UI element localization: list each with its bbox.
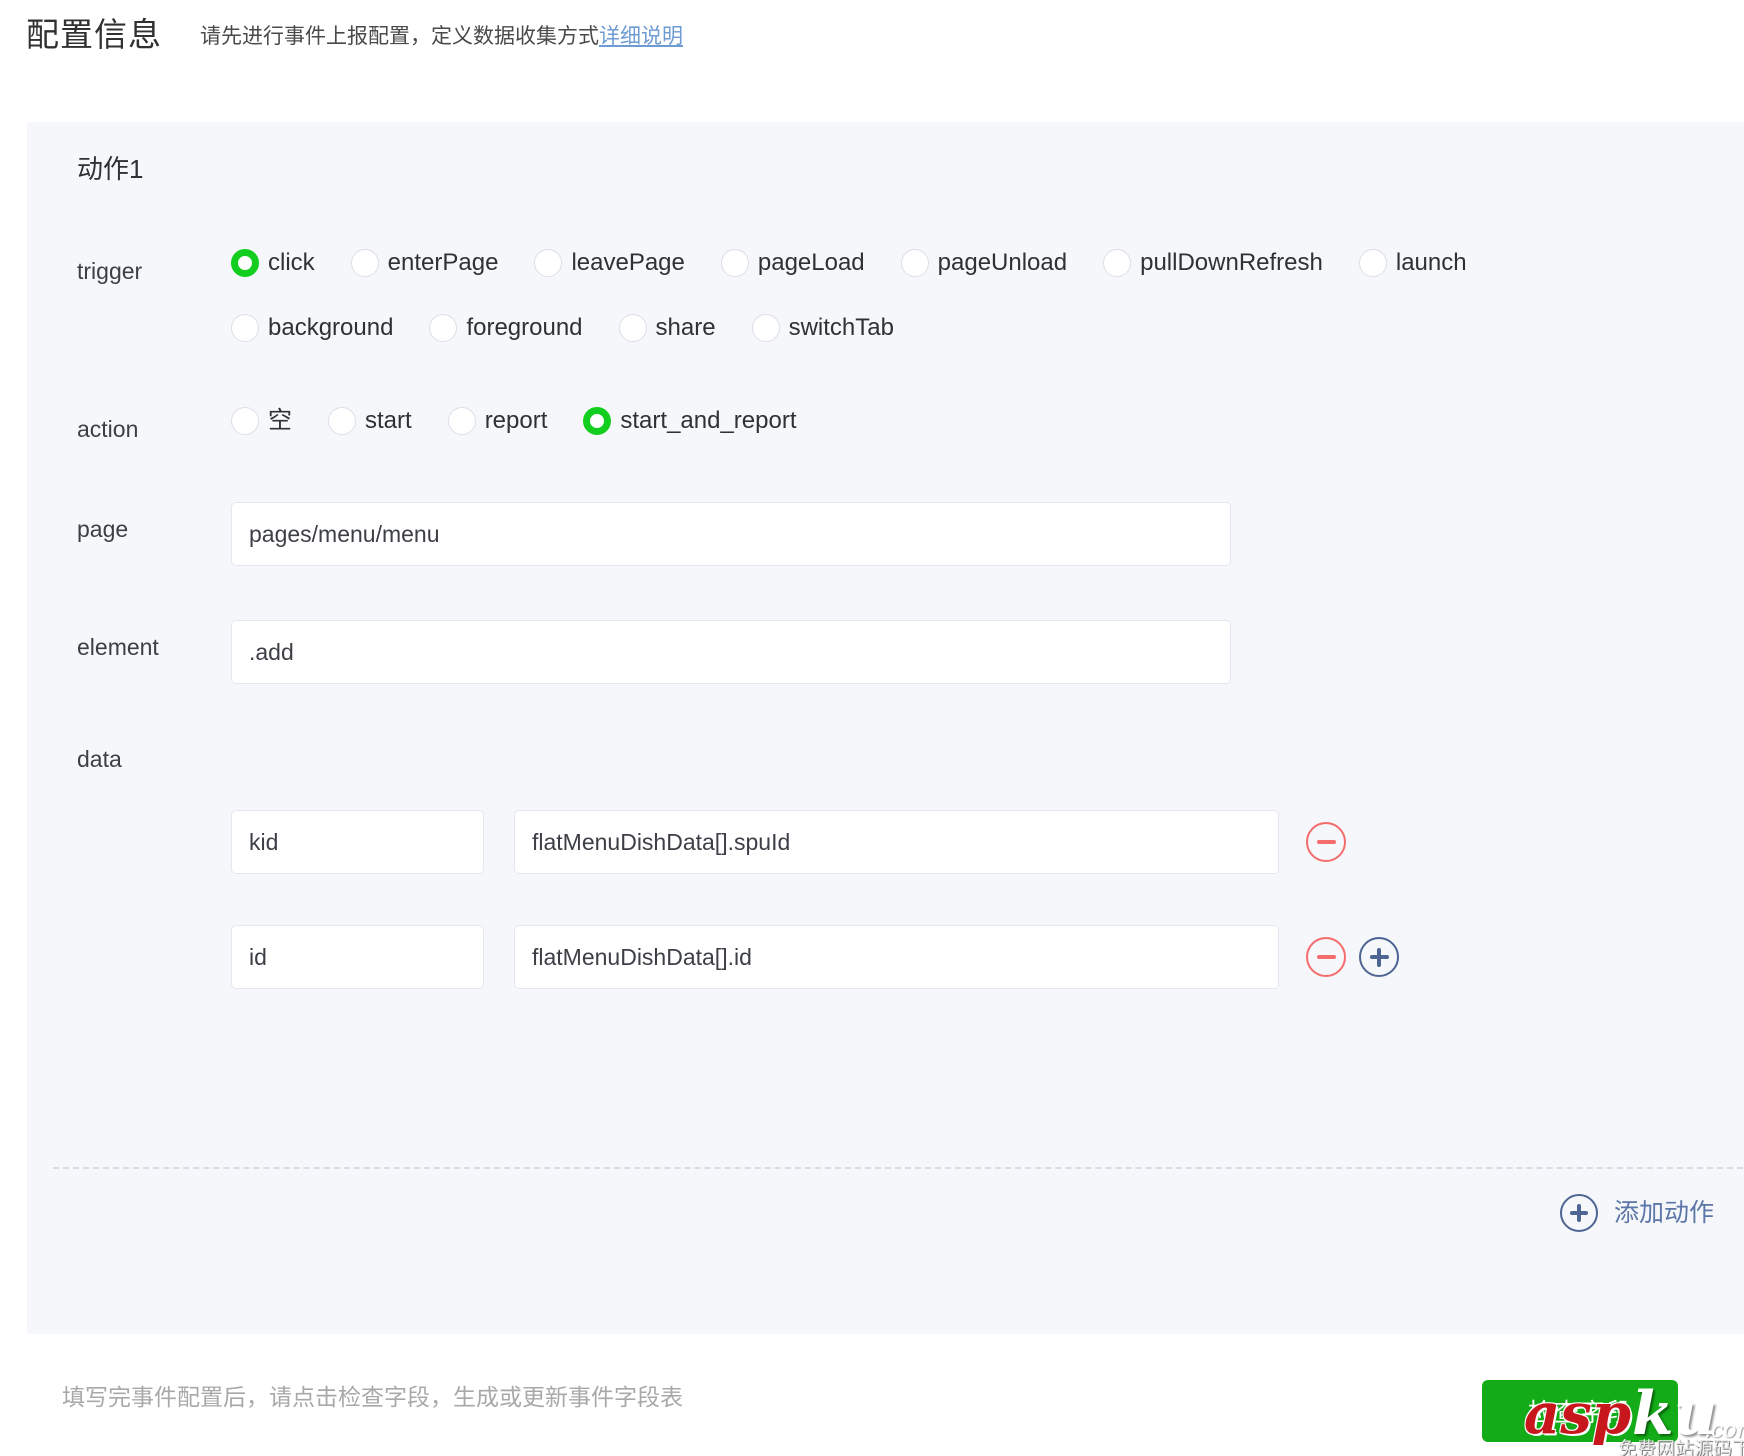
add-action-label: 添加动作 [1613,1199,1714,1227]
page-header: 配置信息 请先进行事件上报配置，定义数据收集方式详细说明 [0,0,1744,112]
radio-circle-icon [1358,249,1387,277]
remove-data-row-button[interactable] [1306,822,1346,862]
action-radio--[interactable]: 空 [231,406,292,436]
data-value-text: flatMenuDishData[].spuId [532,829,791,855]
trigger-radio-enterpage[interactable]: enterPage [350,248,499,278]
radio-label: 空 [268,407,292,434]
detail-description-link[interactable]: 详细说明 [599,25,683,48]
radio-circle-icon [231,314,259,342]
radio-circle-icon [447,407,476,435]
trigger-radio-group-row1[interactable]: click enterPage leavePage pageLoad pageUnloa… [231,248,1503,278]
radio-circle-icon [751,314,780,342]
radio-circle-icon [583,407,612,435]
trigger-radio-pulldownrefresh[interactable]: pullDownRefresh [1103,248,1323,278]
page-subtitle: 请先进行事件上报配置，定义数据收集方式详细说明 [200,14,683,60]
radio-label: report [484,407,548,434]
radio-label: pageUnload [937,249,1068,276]
add-action-button[interactable]: 添加动作 [1559,1194,1714,1232]
add-data-row-button[interactable] [1359,937,1399,977]
radio-label: start_and_report [620,407,797,434]
trigger-radio-background[interactable]: background [231,313,393,343]
plus-icon-vertical [1377,947,1381,967]
minus-icon [1316,840,1336,844]
page-title: 配置信息 [26,16,162,53]
trigger-radio-share[interactable]: share [618,313,716,343]
radio-circle-icon [720,249,749,277]
radio-label: pageLoad [757,249,865,276]
radio-label: background [268,314,394,341]
element-input-value: .add [249,639,294,665]
trigger-radio-pageload[interactable]: pageLoad [720,248,865,278]
page-subtitle-text: 请先进行事件上报配置，定义数据收集方式 [200,25,599,48]
action-group-title: 动作1 [77,154,144,184]
radio-circle-icon [1103,249,1132,277]
card-divider [53,1167,1743,1169]
radio-circle-icon [231,407,259,435]
action-radio-report[interactable]: report [447,406,548,436]
remove-data-row-button[interactable] [1306,937,1346,977]
plus-icon [1559,1194,1598,1232]
data-key-value: kid [249,829,279,855]
action-radio-start[interactable]: start [328,406,412,436]
radio-circle-icon [900,249,929,277]
data-value-text: flatMenuDishData[].id [532,944,752,970]
radio-circle-icon [534,249,563,277]
trigger-radio-group-row2[interactable]: background foreground share switchTab [231,313,930,343]
check-fields-button-label: 检查字段 [1527,1399,1632,1427]
trigger-radio-switchtab[interactable]: switchTab [751,313,894,343]
radio-circle-icon [231,249,259,277]
element-label: element [77,634,159,660]
radio-circle-icon [350,249,379,277]
radio-circle-icon [328,407,356,435]
radio-label: pullDownRefresh [1140,249,1323,276]
footer-note: 填写完事件配置后，请点击检查字段，生成或更新事件字段表 [62,1384,683,1410]
page-input-value: pages/menu/menu [249,521,440,547]
trigger-radio-leavepage[interactable]: leavePage [534,248,685,278]
radio-label: launch [1395,249,1467,276]
radio-label: leavePage [571,249,685,276]
action-radio-start_and_report[interactable]: start_and_report [583,406,797,436]
check-fields-button[interactable]: 检查字段 [1482,1380,1678,1442]
trigger-radio-foreground[interactable]: foreground [429,313,583,343]
radio-label: switchTab [788,314,894,341]
minus-icon [1316,955,1336,959]
page-root: 配置信息 请先进行事件上报配置，定义数据收集方式详细说明 动作1 trigger… [0,0,1744,1456]
radio-circle-icon [429,314,458,342]
data-key-value: id [249,944,267,970]
data-key-input[interactable]: kid [231,810,484,874]
page-input[interactable]: pages/menu/menu [231,502,1231,566]
action-label: action [77,416,139,442]
trigger-radio-click[interactable]: click [231,248,315,278]
data-label: data [77,746,122,772]
radio-circle-icon [618,314,647,342]
page-label: page [77,516,129,542]
radio-label: enterPage [387,249,499,276]
radio-label: share [655,314,716,341]
action-radio-group[interactable]: 空 start report start_and_report [231,406,833,436]
trigger-radio-pageunload[interactable]: pageUnload [900,248,1068,278]
trigger-label: trigger [77,258,143,284]
element-input[interactable]: .add [231,620,1231,684]
action-config-card: 动作1 trigger click enterPage leavePage pageL… [27,122,1744,1334]
radio-label: start [365,407,412,434]
radio-label: foreground [466,314,583,341]
data-value-input[interactable]: flatMenuDishData[].id [514,925,1279,989]
data-key-input[interactable]: id [231,925,484,989]
radio-label: click [268,249,315,276]
data-value-input[interactable]: flatMenuDishData[].spuId [514,810,1279,874]
trigger-radio-launch[interactable]: launch [1358,248,1467,278]
